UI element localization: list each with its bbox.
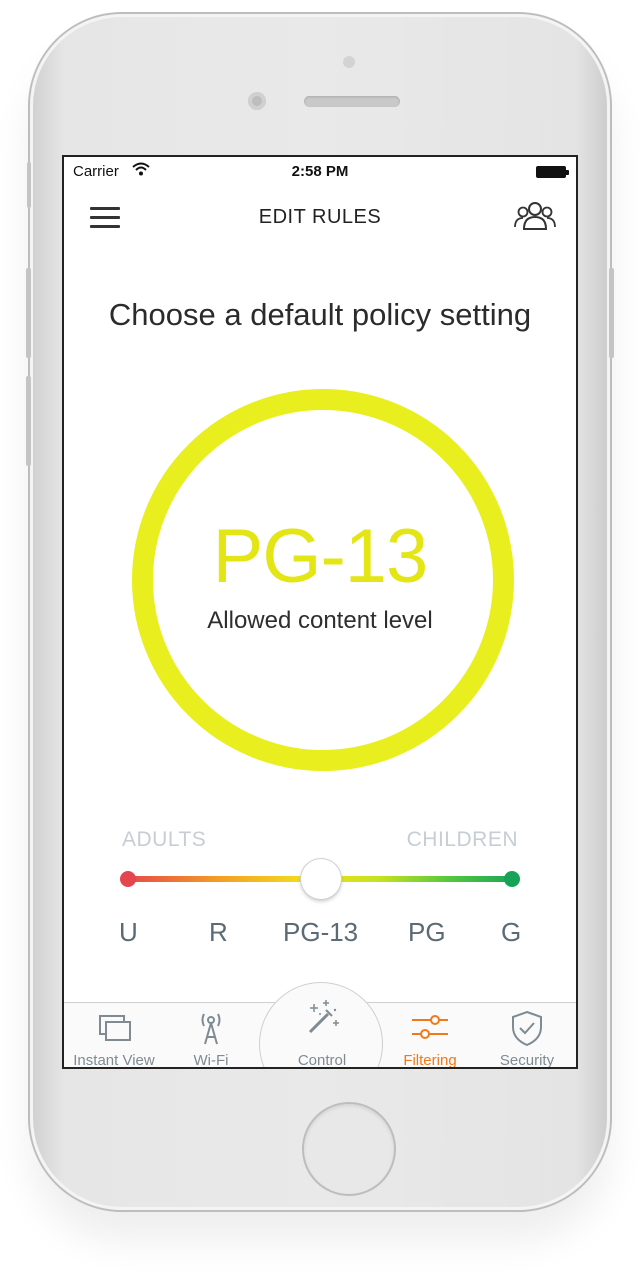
sliders-icon xyxy=(412,1015,448,1039)
front-camera xyxy=(248,92,266,110)
rating-level: PG-13 xyxy=(212,514,429,599)
tab-label: Wi-Fi xyxy=(193,1052,229,1069)
policy-heading: Choose a default policy setting xyxy=(108,297,532,332)
earpiece-speaker xyxy=(304,96,400,107)
page-title: EDIT RULES xyxy=(258,206,382,228)
mute-switch[interactable] xyxy=(27,162,31,208)
children-label: CHILDREN xyxy=(406,828,518,851)
home-button[interactable] xyxy=(304,1104,394,1194)
app-screen: Carrier 2:58 PM EDIT RULES Choose a defa… xyxy=(62,155,578,1069)
clock: 2:58 PM xyxy=(291,163,349,180)
magic-wand-icon xyxy=(308,1000,339,1034)
rating-slider-thumb[interactable] xyxy=(301,859,341,899)
instant-view-icon xyxy=(99,1015,131,1041)
tab-wifi[interactable]: Wi-Fi xyxy=(176,1002,246,1069)
power-button[interactable] xyxy=(609,268,614,358)
tab-filtering[interactable]: Filtering xyxy=(387,1002,473,1069)
adults-label: ADULTS xyxy=(122,828,207,851)
status-bar: Carrier 2:58 PM xyxy=(64,157,576,187)
tab-label: Control xyxy=(297,1052,347,1069)
slider-start-dot xyxy=(120,871,136,887)
tick-u[interactable]: U xyxy=(119,917,138,948)
wifi-antenna-icon xyxy=(201,1013,221,1045)
tab-security[interactable]: Security xyxy=(485,1002,569,1069)
tick-r[interactable]: R xyxy=(209,917,228,948)
tab-instant-view[interactable]: Instant View xyxy=(64,1002,164,1069)
tick-g[interactable]: G xyxy=(501,917,521,948)
shield-check-icon xyxy=(512,1010,542,1046)
rating-subtitle: Allowed content level xyxy=(207,607,433,634)
tab-label: Filtering xyxy=(403,1052,457,1069)
tick-pg13[interactable]: PG-13 xyxy=(283,917,358,948)
tab-control[interactable]: Control xyxy=(272,1000,372,1069)
tab-label: Instant View xyxy=(73,1052,155,1069)
slider-end-dot xyxy=(504,871,520,887)
volume-down-button[interactable] xyxy=(26,376,31,466)
sensor-dot xyxy=(343,56,355,68)
tab-label: Security xyxy=(499,1052,555,1069)
battery-icon xyxy=(536,166,566,178)
nav-bar: EDIT RULES xyxy=(64,195,576,239)
battery-tip xyxy=(566,170,569,175)
tick-pg[interactable]: PG xyxy=(408,917,446,948)
volume-up-button[interactable] xyxy=(26,268,31,358)
users-group-icon[interactable] xyxy=(514,201,556,233)
